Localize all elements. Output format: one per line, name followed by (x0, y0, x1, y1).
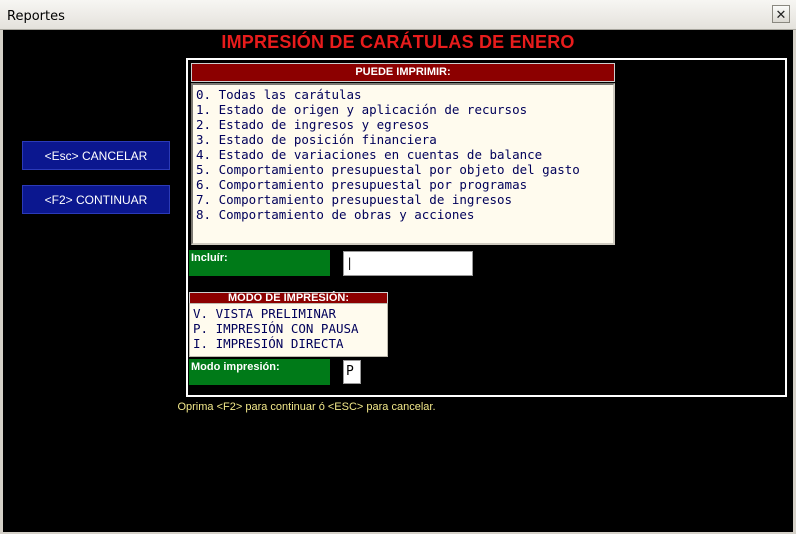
instructions-text: Oprima <F2> para continuar ó <ESC> para … (177, 401, 436, 413)
list-item[interactable]: 5. Comportamiento presupuestal por objet… (193, 162, 613, 177)
options-panel: PUEDE IMPRIMIR: 0. Todas las carátulas 1… (186, 58, 787, 397)
list-item[interactable]: 7. Comportamiento presupuestal de ingres… (193, 192, 613, 207)
list-item[interactable]: 3. Estado de posición financiera (193, 132, 613, 147)
list-item[interactable]: V. VISTA PRELIMINAR (190, 306, 387, 321)
print-mode-field[interactable]: P (343, 360, 361, 384)
cancel-button[interactable]: <Esc> CANCELAR (22, 141, 170, 170)
list-item[interactable]: 4. Estado de variaciones en cuentas de b… (193, 147, 613, 162)
list-item[interactable]: 6. Comportamiento presupuestal por progr… (193, 177, 613, 192)
close-icon[interactable]: ✕ (772, 5, 790, 23)
list-item[interactable]: 0. Todas las carátulas (193, 87, 613, 102)
include-field[interactable]: | (343, 251, 473, 276)
list-item[interactable]: P. IMPRESIÓN CON PAUSA (190, 321, 387, 336)
report-window-body: IMPRESIÓN DE CARÁTULAS DE ENERO <Esc> CA… (3, 30, 793, 532)
print-mode-label: Modo impresión: (189, 359, 330, 385)
list-item[interactable]: 8. Comportamiento de obras y acciones (193, 207, 613, 222)
window-title: Reportes (7, 9, 65, 24)
page-title: IMPRESIÓN DE CARÁTULAS DE ENERO (221, 32, 575, 52)
continue-button[interactable]: <F2> CONTINUAR (22, 185, 170, 214)
list-item[interactable]: 2. Estado de ingresos y egresos (193, 117, 613, 132)
list-item[interactable]: 1. Estado de origen y aplicación de recu… (193, 102, 613, 117)
window-titlebar: Reportes ✕ (0, 0, 796, 30)
list-item[interactable]: I. IMPRESIÓN DIRECTA (190, 336, 387, 351)
print-options-list[interactable]: 0. Todas las carátulas 1. Estado de orig… (191, 83, 615, 245)
print-options-header: PUEDE IMPRIMIR: (191, 63, 615, 82)
print-mode-list[interactable]: V. VISTA PRELIMINAR P. IMPRESIÓN CON PAU… (189, 303, 388, 357)
include-label: Incluír: (189, 250, 330, 276)
